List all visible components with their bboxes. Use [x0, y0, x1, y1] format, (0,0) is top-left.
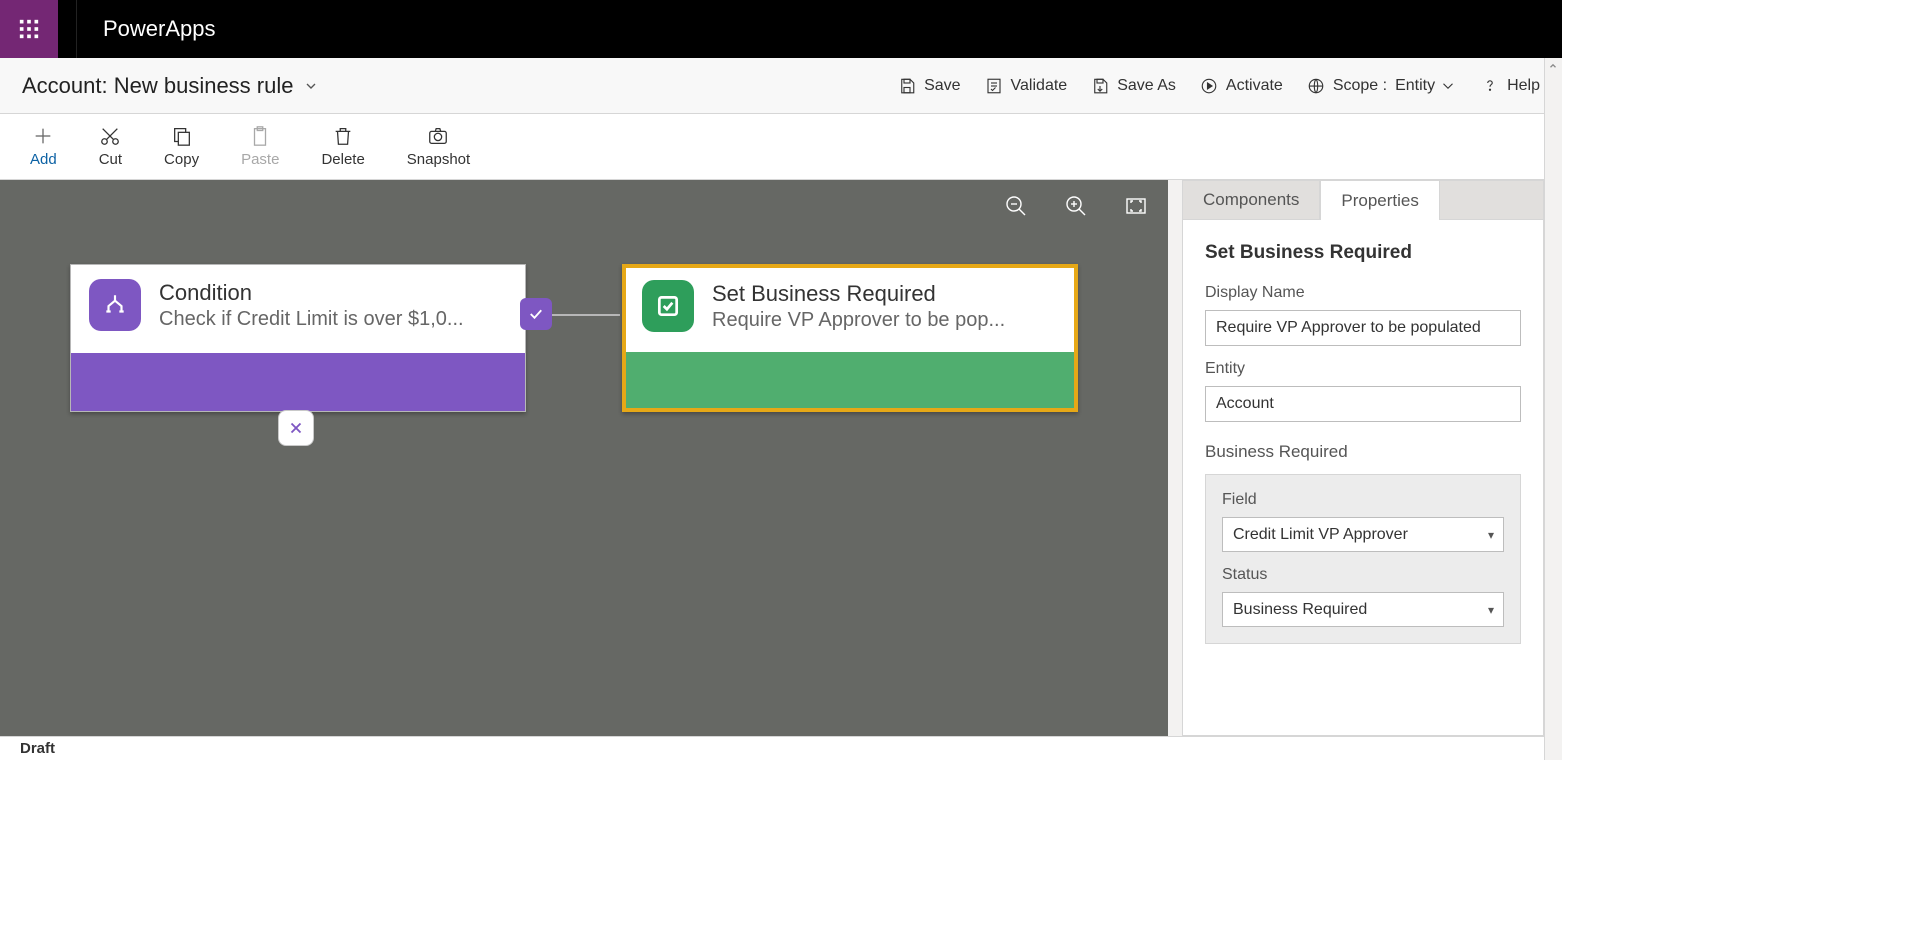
save-icon — [898, 77, 916, 95]
save-as-icon — [1091, 77, 1109, 95]
condition-icon — [89, 279, 141, 331]
field-select[interactable]: Credit Limit VP Approver — [1222, 517, 1504, 552]
zoom-in-button[interactable] — [1064, 194, 1088, 223]
close-icon — [287, 419, 305, 437]
paste-icon — [249, 125, 271, 147]
copy-label: Copy — [164, 151, 199, 168]
paste-button: Paste — [241, 125, 279, 168]
action-title: Set Business Required — [712, 280, 1005, 309]
validate-button[interactable]: Validate — [985, 77, 1068, 95]
action-subtitle: Require VP Approver to be pop... — [712, 309, 1005, 332]
false-branch-badge[interactable] — [278, 410, 314, 446]
help-button[interactable]: Help — [1481, 77, 1540, 95]
waffle-icon — [18, 18, 40, 40]
fullscreen-icon — [1124, 194, 1148, 218]
status-label: Status — [1222, 566, 1504, 584]
paste-label: Paste — [241, 151, 279, 168]
page-title[interactable]: Account: New business rule — [22, 73, 319, 99]
scroll-up-arrow-icon[interactable] — [1545, 58, 1561, 74]
scope-label: Scope : — [1333, 77, 1387, 95]
status-bar: Draft — [0, 736, 1562, 760]
tab-components[interactable]: Components — [1182, 180, 1320, 220]
snapshot-label: Snapshot — [407, 151, 470, 168]
delete-label: Delete — [321, 151, 364, 168]
trash-icon — [332, 125, 354, 147]
delete-button[interactable]: Delete — [321, 125, 364, 168]
app-launcher-button[interactable] — [0, 0, 58, 58]
scope-value: Entity — [1395, 77, 1435, 95]
snapshot-button[interactable]: Snapshot — [407, 125, 470, 168]
action-node-selected[interactable]: Set Business Required Require VP Approve… — [622, 264, 1078, 412]
status-select[interactable]: Business Required — [1222, 592, 1504, 627]
save-as-button[interactable]: Save As — [1091, 77, 1176, 95]
save-label: Save — [924, 77, 960, 95]
tab-spacer — [1440, 180, 1544, 220]
app-name: PowerApps — [103, 16, 216, 42]
add-button[interactable]: Add — [30, 125, 57, 168]
entity-label: Entity — [1205, 360, 1521, 378]
true-branch-badge[interactable] — [520, 298, 552, 330]
copy-icon — [171, 125, 193, 147]
save-as-label: Save As — [1117, 77, 1176, 95]
zoom-out-button[interactable] — [1004, 194, 1028, 223]
title-name: New business rule — [114, 73, 294, 98]
copy-button[interactable]: Copy — [164, 125, 199, 168]
plus-icon — [32, 125, 54, 147]
toolbar: Add Cut Copy Paste Delete Snapshot — [0, 114, 1562, 180]
action-icon — [642, 280, 694, 332]
designer-canvas[interactable]: Condition Check if Credit Limit is over … — [0, 180, 1168, 736]
add-label: Add — [30, 151, 57, 168]
top-bar: PowerApps — [0, 0, 1562, 58]
vertical-scrollbar[interactable] — [1544, 58, 1562, 760]
help-label: Help — [1507, 77, 1540, 95]
validate-label: Validate — [1011, 77, 1068, 95]
condition-title: Condition — [159, 279, 464, 308]
tab-properties[interactable]: Properties — [1320, 180, 1439, 220]
save-button[interactable]: Save — [898, 77, 960, 95]
help-icon — [1481, 77, 1499, 95]
zoom-out-icon — [1004, 194, 1028, 218]
condition-node[interactable]: Condition Check if Credit Limit is over … — [70, 264, 526, 412]
cut-button[interactable]: Cut — [99, 125, 122, 168]
zoom-in-icon — [1064, 194, 1088, 218]
status-text: Draft — [20, 740, 55, 757]
divider — [76, 0, 77, 58]
title-prefix: Account: — [22, 73, 108, 98]
cut-label: Cut — [99, 151, 122, 168]
condition-subtitle: Check if Credit Limit is over $1,0... — [159, 308, 464, 331]
check-icon — [527, 305, 545, 323]
scope-dropdown[interactable]: Scope : Entity — [1307, 77, 1457, 95]
business-required-section: Field Credit Limit VP Approver Status Bu… — [1205, 474, 1521, 644]
activate-button[interactable]: Activate — [1200, 77, 1283, 95]
action-footer — [626, 352, 1074, 408]
entity-input — [1205, 386, 1521, 422]
camera-icon — [427, 125, 449, 147]
field-label: Field — [1222, 491, 1504, 509]
properties-panel: Components Properties Set Business Requi… — [1182, 180, 1544, 736]
chevron-down-icon — [303, 78, 319, 94]
activate-label: Activate — [1226, 77, 1283, 95]
page-header: Account: New business rule Save Validate… — [0, 58, 1562, 114]
display-name-label: Display Name — [1205, 284, 1521, 302]
activate-icon — [1200, 77, 1218, 95]
display-name-input[interactable] — [1205, 310, 1521, 346]
main-area: Condition Check if Credit Limit is over … — [0, 180, 1562, 736]
chevron-down-icon — [1439, 77, 1457, 95]
scope-icon — [1307, 77, 1325, 95]
panel-heading: Set Business Required — [1205, 242, 1521, 264]
scissors-icon — [99, 125, 121, 147]
business-required-section-label: Business Required — [1205, 442, 1521, 462]
fit-screen-button[interactable] — [1124, 194, 1148, 223]
condition-footer — [71, 353, 525, 411]
validate-icon — [985, 77, 1003, 95]
